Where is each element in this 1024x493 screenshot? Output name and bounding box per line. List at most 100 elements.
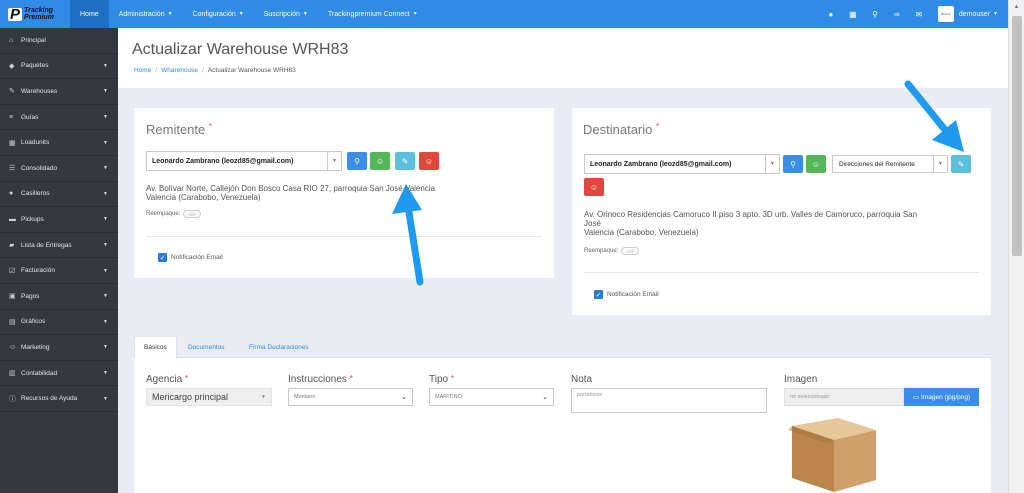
remitente-title: Remitente (146, 122, 206, 137)
nav-home[interactable]: Home (70, 0, 109, 28)
chevron-down-icon: ⌄ (542, 394, 548, 401)
sidebar-item-label: Recursos de Ayuda (21, 395, 78, 403)
user-menu[interactable]: Beauty demouser ▼ (930, 0, 1008, 28)
tab-firma-declaraciones[interactable]: Firma Declaraciones (240, 336, 318, 358)
nota-textarea[interactable]: portatores (571, 388, 767, 413)
binoculars-icon[interactable]: ∞ (886, 0, 908, 28)
remitente-add-user-button[interactable]: ☺ (370, 152, 390, 170)
sidebar-item-contabilidad[interactable]: ▥ Contabilidad ▼ (0, 361, 118, 387)
tab-basicos[interactable]: Básicos (134, 336, 177, 358)
sidebar-item-warehouses[interactable]: ✎ Warehouses ▼ (0, 79, 118, 105)
remitente-reempaque: Reempaque: OFF (146, 210, 202, 218)
imagen-upload-button[interactable]: ▭ Imagen (jpg/png) (904, 388, 979, 406)
caret-down-icon: ▼ (412, 11, 418, 17)
caret-down-icon: ▼ (993, 11, 998, 17)
caret-down-icon: ▼ (103, 318, 108, 325)
bank-icon: ▥ (9, 370, 16, 378)
destinatario-select[interactable]: Leonardo Zambrano (leozd85@gmail.com) ▼ (584, 154, 780, 174)
sidebar-item-casilleros[interactable]: ● Casilleros ▼ (0, 182, 118, 208)
destinatario-search-button[interactable]: ⚲ (783, 155, 803, 173)
caret-down-icon: ▼ (103, 216, 108, 223)
sidebar-item-lista-de-entregas[interactable]: ▰ Lista de Entregas ▼ (0, 233, 118, 259)
remitente-notification[interactable]: ✓ Notificación Email (158, 253, 223, 262)
sidebar: ⌂ Principal ◆ Paquetes ▼ ✎ Warehouses ▼ ≡ Guías ▼ ▦… (0, 28, 118, 493)
caret-down-icon: ▼ (103, 139, 108, 146)
scrollbar-thumb[interactable] (1012, 16, 1022, 256)
caret-down-icon: ▼ (103, 165, 108, 172)
sidebar-item-label: Warehouses (21, 87, 58, 95)
nav-trackingpremium-connect[interactable]: Trackingpremium Connect ▼ (318, 0, 428, 28)
caret-down-icon: ▼ (103, 190, 108, 197)
sidebar-item-loadunits[interactable]: ▦ Loadunits ▼ (0, 130, 118, 156)
caret-down-icon: ▼ (167, 11, 173, 17)
caret-down-icon: ▼ (103, 395, 108, 402)
vertical-scrollbar[interactable]: ▲ (1008, 0, 1024, 493)
sidebar-item-consolidado[interactable]: ☰ Consolidado ▼ (0, 156, 118, 182)
user-plus-icon: ☺ (811, 159, 821, 169)
breadcrumb-wharehouse[interactable]: Wharehouse (161, 67, 198, 74)
avatar: Beauty (937, 6, 954, 22)
reempaque-toggle[interactable]: OFF (621, 247, 640, 255)
agencia-select[interactable]: Mericargo principal ▼ (146, 388, 272, 406)
map-marker-icon: ● (9, 190, 14, 198)
sidebar-item-marketing[interactable]: ☺ Marketing ▼ (0, 335, 118, 361)
file-input[interactable]: no seleccionado (784, 388, 904, 406)
caret-down-icon: ▼ (103, 242, 108, 249)
instrucciones-label: Instrucciones (288, 374, 347, 385)
sidebar-item-paquetes[interactable]: ◆ Paquetes ▼ (0, 54, 118, 80)
brand-logo[interactable]: P Tracking Premium (0, 0, 70, 28)
sidebar-item-gráficos[interactable]: ▤ Gráficos ▼ (0, 310, 118, 336)
logo-line1: Tracking (24, 7, 54, 14)
destinatario-add-user-button[interactable]: ☺ (806, 155, 826, 173)
users-icon: ☺ (9, 343, 17, 351)
sidebar-item-pagos[interactable]: ▣ Pagos ▼ (0, 284, 118, 310)
annotation-arrow-up (392, 184, 424, 286)
reempaque-toggle[interactable]: OFF (183, 210, 202, 218)
destinatario-notification[interactable]: ✓ Notificación Email (594, 290, 659, 299)
instrucciones-select[interactable]: Montano ⌄ (288, 388, 413, 406)
caret-down-icon: ▼ (302, 11, 308, 17)
home-icon: ⌂ (9, 36, 14, 44)
info-icon: ⓘ (9, 395, 16, 403)
remitente-edit-button[interactable]: ✎ (395, 152, 415, 170)
destinatario-remove-user-button[interactable]: ☺ (584, 178, 604, 196)
list-alt-icon: ☰ (9, 165, 16, 173)
globe-icon[interactable]: ● (820, 0, 842, 28)
envelope-icon[interactable]: ✉ (908, 0, 930, 28)
truck-icon: ▰ (9, 242, 15, 250)
remitente-select[interactable]: Leonardo Zambrano (leozd85@gmail.com) ▼ (146, 151, 342, 171)
nav-suscripcion[interactable]: Suscripción ▼ (254, 0, 318, 28)
checkbox-checked-icon[interactable]: ✓ (158, 253, 167, 262)
user-plus-icon: ☺ (375, 156, 385, 166)
warehouse-form-panel: Básicos Documentos Firma Declaraciones A… (134, 336, 991, 493)
sidebar-item-label: Consolidado (21, 164, 58, 172)
caret-down-icon: ▼ (103, 114, 108, 121)
list-icon: ≡ (9, 113, 14, 121)
table-icon[interactable]: ▦ (842, 0, 864, 28)
folder-open-icon: ▭ (912, 394, 919, 401)
sidebar-item-principal[interactable]: ⌂ Principal (0, 28, 118, 54)
breadcrumb-home[interactable]: Home (134, 67, 151, 74)
sidebar-item-label: Guías (21, 113, 39, 121)
sidebar-item-guías[interactable]: ≡ Guías ▼ (0, 105, 118, 131)
sidebar-item-label: Paquetes (21, 62, 49, 70)
sidebar-item-recursos-de-ayuda[interactable]: ⓘ Recursos de Ayuda ▼ (0, 386, 118, 412)
remitente-search-button[interactable]: ⚲ (347, 152, 367, 170)
scroll-up-arrow-icon[interactable]: ▲ (1009, 0, 1024, 14)
sidebar-item-facturación[interactable]: ☑ Facturación ▼ (0, 258, 118, 284)
sidebar-item-label: Loadunits (21, 139, 50, 147)
checkbox-checked-icon[interactable]: ✓ (594, 290, 603, 299)
tipo-select[interactable]: MARITINO ⌄ (429, 388, 554, 406)
nav-configuracion[interactable]: Configuración ▼ (183, 0, 254, 28)
sidebar-item-pickups[interactable]: ▬ Pickups ▼ (0, 207, 118, 233)
annotation-arrow-down (904, 80, 964, 152)
search-icon[interactable]: ⚲ (864, 0, 886, 28)
money-icon: ▣ (9, 293, 16, 301)
tab-documentos[interactable]: Documentos (179, 336, 234, 358)
page-title: Actualizar Warehouse WRH83 (132, 41, 349, 58)
sidebar-item-label: Pagos (21, 292, 40, 300)
nav-administracion[interactable]: Administración ▼ (109, 0, 183, 28)
chevron-down-icon: ▼ (765, 155, 779, 173)
remitente-remove-user-button[interactable]: ☺ (419, 152, 439, 170)
destinatario-title: Destinatario (583, 122, 653, 137)
